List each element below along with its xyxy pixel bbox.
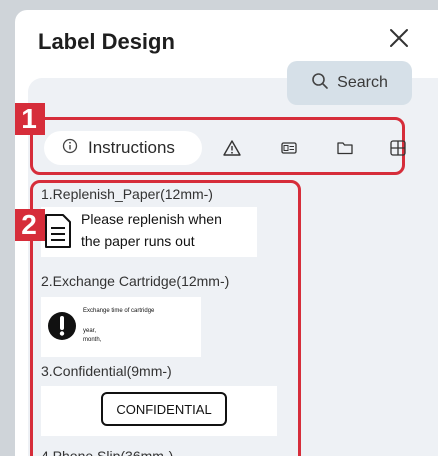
warning-icon[interactable] xyxy=(218,134,246,162)
page-title: Label Design xyxy=(38,29,175,54)
confidential-text: CONFIDENTIAL xyxy=(116,401,212,417)
card-text-line1: Exchange time of cartridge xyxy=(83,308,155,314)
label-design-sheet: Label Design Search Instructions 1.Reple… xyxy=(15,10,438,456)
confidential-stamp: CONFIDENTIAL xyxy=(101,392,227,426)
callout-marker-2: 2 xyxy=(15,209,45,241)
category-tabs: Instructions xyxy=(30,117,406,175)
card-text-line3: month, xyxy=(83,337,102,343)
tab-instructions[interactable]: Instructions xyxy=(44,131,202,165)
template-title: 2.Exchange Cartridge(12mm-) xyxy=(41,273,230,289)
grid-icon[interactable] xyxy=(384,134,412,162)
search-icon xyxy=(311,72,329,95)
id-card-icon[interactable] xyxy=(275,134,303,162)
document-icon xyxy=(43,213,73,254)
callout-marker-1: 1 xyxy=(15,103,45,135)
template-card-exchange-cartridge[interactable]: Exchange time of cartridge year, month, xyxy=(41,297,201,357)
info-icon xyxy=(62,138,78,159)
template-title: 1.Replenish_Paper(12mm-) xyxy=(41,186,213,202)
exclamation-icon xyxy=(47,311,77,346)
close-icon[interactable] xyxy=(387,26,411,50)
search-label: Search xyxy=(337,74,388,91)
template-title: 4.Phone Slip(36mm-) xyxy=(41,448,174,456)
card-text-line2: the paper runs out xyxy=(81,233,195,249)
template-title: 3.Confidential(9mm-) xyxy=(41,363,172,379)
tab-instructions-label: Instructions xyxy=(88,138,175,157)
template-list: 1.Replenish_Paper(12mm-) Please replenis… xyxy=(30,180,301,456)
card-text-line2: year, xyxy=(83,328,97,334)
template-card-replenish-paper[interactable]: Please replenish when the paper runs out xyxy=(41,207,257,257)
card-text-line1: Please replenish when xyxy=(81,211,222,227)
template-card-confidential[interactable]: CONFIDENTIAL xyxy=(41,386,277,436)
folder-icon[interactable] xyxy=(331,134,359,162)
search-button[interactable]: Search xyxy=(287,61,412,105)
